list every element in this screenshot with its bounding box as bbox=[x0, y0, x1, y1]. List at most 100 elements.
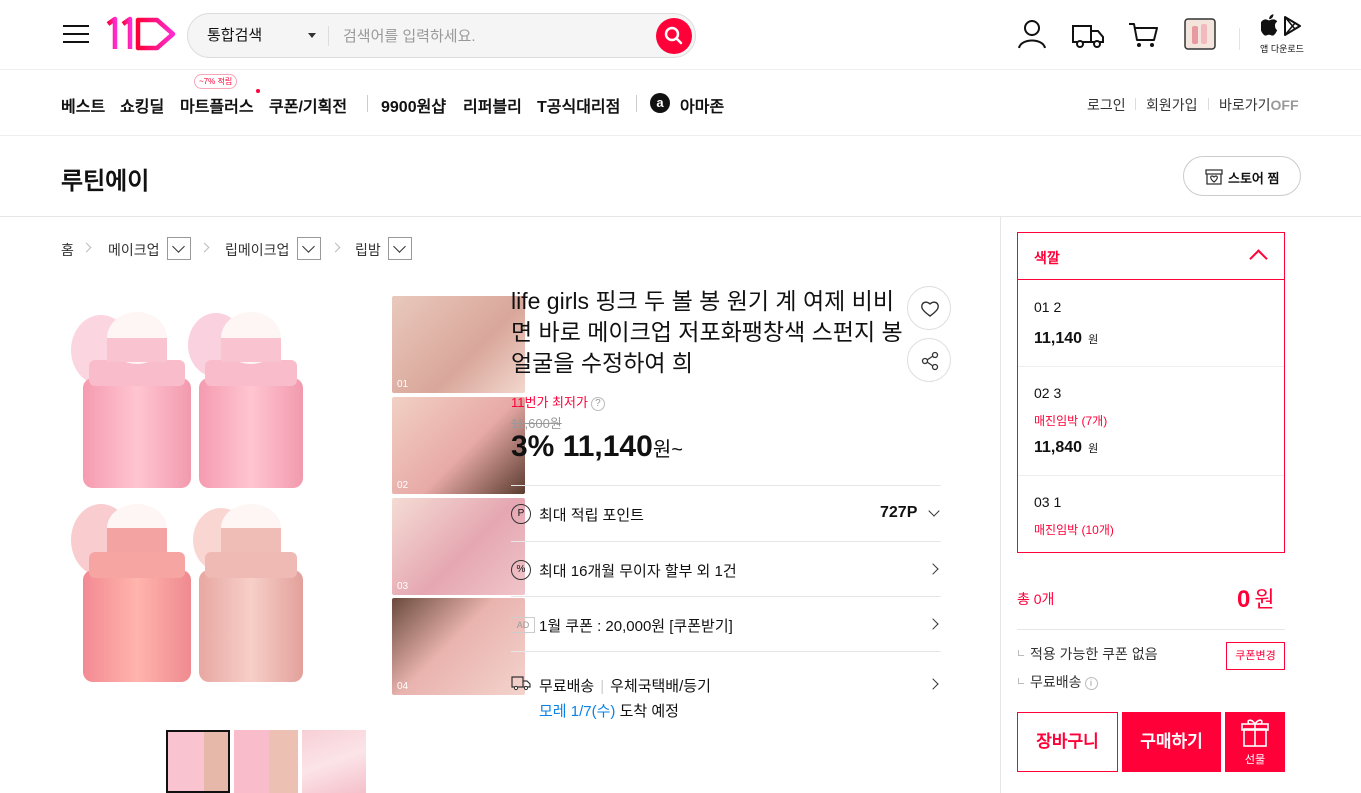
nav-item-amazon[interactable]: 아마존 bbox=[680, 93, 724, 117]
search-scope-select[interactable]: 통합검색 bbox=[188, 14, 328, 57]
search-input[interactable] bbox=[343, 22, 643, 50]
info-icon[interactable]: i bbox=[1084, 676, 1098, 690]
cart-icon[interactable] bbox=[1126, 17, 1160, 51]
divider bbox=[1135, 98, 1136, 110]
divider bbox=[328, 26, 329, 46]
google-play-icon bbox=[1284, 16, 1301, 36]
recent-product-thumbnail[interactable] bbox=[1183, 17, 1217, 51]
11st-logo[interactable] bbox=[105, 16, 177, 52]
option-price-unit: 원 bbox=[1088, 334, 1099, 346]
nav-item-shocking-deal[interactable]: 쇼킹딜 bbox=[120, 93, 164, 117]
option-select-box: 색깔 01 2 11,140 원 02 3 매진임박 (7개) 11,840 원 0… bbox=[1017, 232, 1285, 553]
product-thumbnail-2[interactable] bbox=[234, 730, 298, 793]
discount-rate: 3% bbox=[511, 430, 555, 463]
coupon-status: 적용 가능한 쿠폰 없음 bbox=[1030, 646, 1158, 662]
divider: | bbox=[600, 678, 605, 695]
delivery-truck-icon bbox=[511, 676, 531, 691]
chevron-up-icon bbox=[1249, 249, 1268, 268]
shortcut-label: 바로가기 bbox=[1219, 97, 1271, 113]
app-download-label: 앱 다운로드 bbox=[1260, 44, 1304, 54]
points-row[interactable]: P 최대 적립 포인트 727P bbox=[511, 485, 941, 541]
search-bar: 통합검색 bbox=[187, 13, 696, 58]
store-heart-icon bbox=[1205, 169, 1223, 185]
chevron-right-icon bbox=[81, 242, 92, 253]
menu-icon[interactable] bbox=[63, 22, 89, 46]
search-icon bbox=[664, 26, 683, 45]
option-stock-status: 매진임박 (10개) bbox=[1034, 523, 1114, 537]
breadcrumb-home[interactable]: 홈 bbox=[61, 240, 74, 260]
chevron-right-icon bbox=[927, 563, 939, 575]
gift-label: 선물 bbox=[1244, 754, 1266, 766]
option-item-1[interactable]: 01 2 11,140 원 bbox=[1018, 281, 1284, 367]
option-name: 03 1 bbox=[1034, 494, 1062, 510]
nav-item-t-official[interactable]: T공식대리점 bbox=[537, 93, 620, 117]
help-icon[interactable]: ? bbox=[590, 396, 605, 411]
model-photo-label: 02 bbox=[397, 480, 409, 491]
new-dot bbox=[256, 89, 260, 93]
option-price-value: 11,140 bbox=[1034, 330, 1083, 347]
model-photo-label: 03 bbox=[397, 581, 409, 592]
amazon-icon: a bbox=[650, 93, 670, 113]
option-item-3[interactable]: 03 1 매진임박 (10개) bbox=[1018, 476, 1284, 552]
corner-icon bbox=[1018, 678, 1024, 684]
nav-item-coupon[interactable]: 쿠폰/기획전 bbox=[269, 93, 347, 117]
breadcrumb-makeup-dropdown[interactable] bbox=[167, 237, 191, 260]
breadcrumb-lip-makeup[interactable]: 립메이크업 bbox=[225, 240, 289, 260]
sale-price-unit: 원~ bbox=[652, 439, 683, 461]
shortcut-state: OFF bbox=[1270, 97, 1299, 113]
product-thumbnail-1[interactable] bbox=[166, 730, 230, 793]
blush-stick-product-image bbox=[71, 312, 303, 682]
breadcrumb-lip-balm-dropdown[interactable] bbox=[388, 237, 412, 260]
add-to-cart-button[interactable]: 장바구니 bbox=[1017, 712, 1118, 772]
apple-icon bbox=[1261, 14, 1278, 36]
coupon-change-button[interactable]: 쿠폰변경 bbox=[1226, 642, 1285, 670]
nav-item-refurbly[interactable]: 리퍼블리 bbox=[463, 93, 522, 117]
total-price-unit: 원 bbox=[1254, 587, 1275, 612]
nav-item-mart-plus[interactable]: 마트플러스 bbox=[180, 93, 254, 117]
nav-item-best[interactable]: 베스트 bbox=[61, 93, 105, 117]
breadcrumb-lip-balm[interactable]: 립밤 bbox=[355, 240, 381, 260]
search-button[interactable] bbox=[656, 18, 692, 54]
store-name[interactable]: 루틴에이 bbox=[61, 161, 149, 196]
product-thumbnail-3[interactable] bbox=[302, 730, 366, 793]
signup-link[interactable]: 회원가입 bbox=[1146, 95, 1198, 115]
point-icon: P bbox=[511, 504, 531, 524]
shipping-method: 우체국택배/등기 bbox=[610, 678, 711, 695]
delivery-truck-icon[interactable] bbox=[1071, 17, 1105, 51]
store-follow-button[interactable]: 스토어 찜 bbox=[1183, 156, 1301, 196]
product-main-image[interactable]: 01 02 03 04 bbox=[61, 290, 525, 700]
option-name: 02 3 bbox=[1034, 385, 1062, 401]
chevron-right-icon bbox=[199, 242, 210, 253]
buy-now-button[interactable]: 구매하기 bbox=[1122, 712, 1221, 772]
share-button[interactable] bbox=[907, 338, 951, 382]
chevron-down-icon bbox=[928, 505, 940, 517]
option-header[interactable]: 색깔 bbox=[1018, 233, 1284, 280]
store-follow-label: 스토어 찜 bbox=[1228, 171, 1280, 186]
total-count: 총 0개 bbox=[1017, 591, 1055, 607]
arrival-suffix: 도착 예정 bbox=[619, 703, 679, 720]
points-value: 727P bbox=[880, 504, 918, 521]
search-scope-label: 통합검색 bbox=[207, 27, 263, 44]
app-download-link[interactable]: 앱 다운로드 bbox=[1256, 14, 1308, 56]
installment-row[interactable]: % 최대 16개월 무이자 할부 외 1건 bbox=[511, 541, 941, 596]
coupon-row[interactable]: AD 1월 쿠폰 : 20,000원 [쿠폰받기] bbox=[511, 596, 941, 651]
total-price-value: 0 bbox=[1237, 586, 1251, 613]
user-icon[interactable] bbox=[1015, 17, 1049, 51]
shortcut-toggle[interactable]: 바로가기OFF bbox=[1219, 95, 1299, 115]
model-photo-04: 04 bbox=[392, 598, 525, 695]
nav-item-9900-shop[interactable]: 9900원샵 bbox=[381, 93, 446, 117]
breadcrumb-makeup[interactable]: 메이크업 bbox=[108, 240, 160, 260]
coupon-status-line: 적용 가능한 쿠폰 없음 bbox=[1018, 644, 1158, 664]
divider bbox=[1017, 629, 1285, 630]
wishlist-button[interactable] bbox=[907, 286, 951, 330]
shipping-row[interactable]: 무료배송 | 우체국택배/등기 모레 1/7(수) 도착 예정 bbox=[511, 651, 941, 723]
breadcrumb-lip-makeup-dropdown[interactable] bbox=[297, 237, 321, 260]
option-item-2[interactable]: 02 3 매진임박 (7개) 11,840 원 bbox=[1018, 367, 1284, 476]
model-photo-label: 01 bbox=[397, 379, 409, 390]
lowest-price-label: 11번가 최저가? bbox=[511, 392, 605, 411]
arrival-date: 모레 1/7(수) bbox=[539, 703, 616, 720]
percent-icon: % bbox=[511, 560, 531, 580]
store-bar: 루틴에이 스토어 찜 bbox=[0, 136, 1361, 217]
login-link[interactable]: 로그인 bbox=[1087, 95, 1126, 115]
gift-button[interactable]: 선물 bbox=[1225, 712, 1285, 772]
